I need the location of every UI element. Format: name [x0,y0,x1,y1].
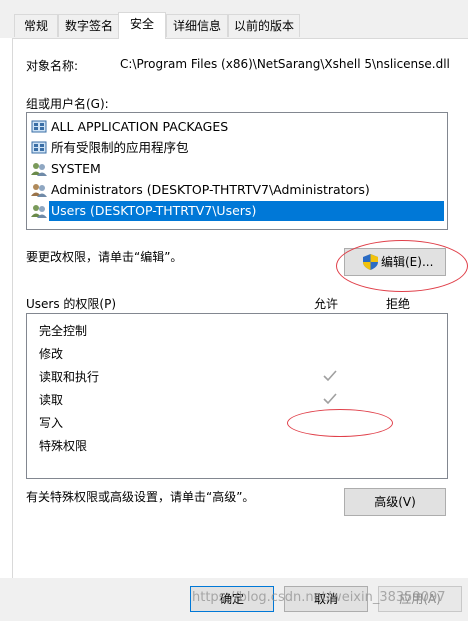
permissions-list: 完全控制 修改 读取和执行 读取 写入 特殊权限 [26,313,448,479]
permission-row: 读取 [39,393,64,407]
user-group-icon [31,184,47,197]
permission-row: 修改 [39,347,64,361]
user-group-icon [31,163,47,176]
deny-header: 拒绝 [386,297,411,311]
tab-label: 数字签名 [64,19,113,33]
app-packages-icon [31,141,47,154]
object-name-label: 对象名称: [26,59,79,73]
advanced-button-label: 高级(V) [374,495,416,509]
permissions-label: Users 的权限(P) [26,297,117,311]
tab-previous-versions[interactable]: 以前的版本 [228,14,300,37]
permission-row: 完全控制 [39,324,88,338]
object-name-value: C:\Program Files (x86)\NetSarang\Xshell … [120,57,450,71]
tab-label: 详细信息 [172,19,221,33]
advanced-button[interactable]: 高级(V) [344,488,446,516]
list-item-label: Administrators (DESKTOP-THTRTV7\Administ… [51,182,370,197]
permission-row: 读取和执行 [39,370,100,384]
allow-header: 允许 [314,297,339,311]
list-item[interactable]: Administrators (DESKTOP-THTRTV7\Administ… [29,180,444,200]
tab-details[interactable]: 详细信息 [166,14,228,37]
list-item-label: Users (DESKTOP-THTRTV7\Users) [51,203,257,218]
advanced-hint: 有关特殊权限或高级设置，请单击“高级”。 [26,490,255,504]
groups-label: 组或用户名(G): [26,97,109,111]
edit-hint: 要更改权限，请单击“编辑”。 [26,250,183,264]
user-group-icon [31,205,47,218]
tab-label: 常规 [23,19,48,33]
permission-row: 特殊权限 [39,439,88,453]
allow-check-icon [323,370,337,382]
tab-strip: 常规 数字签名 安全 详细信息 以前的版本 [0,0,468,39]
annotation-ellipse [336,240,468,292]
allow-check-icon [323,393,337,405]
tab-security[interactable]: 安全 [118,12,166,39]
permission-row: 写入 [39,416,64,430]
annotation-ellipse [287,409,393,437]
list-item[interactable]: ALL APPLICATION PACKAGES [29,117,444,137]
tab-digital-signature[interactable]: 数字签名 [58,14,120,37]
groups-listbox[interactable]: ALL APPLICATION PACKAGES 所有受限制的应用程序包 SYS… [26,112,448,230]
list-item-label: SYSTEM [51,161,101,176]
app-packages-icon [31,120,47,133]
list-item[interactable]: 所有受限制的应用程序包 [29,138,444,158]
list-item[interactable]: SYSTEM [29,159,444,179]
tab-general[interactable]: 常规 [14,14,58,37]
tab-label: 安全 [129,17,154,31]
tab-label: 以前的版本 [233,19,294,33]
watermark: https://blog.csdn.net/weixin_38359097 [192,590,446,605]
list-item-selected[interactable]: Users (DESKTOP-THTRTV7\Users) [49,201,444,221]
list-item-label: 所有受限制的应用程序包 [51,140,189,155]
list-item-label: ALL APPLICATION PACKAGES [51,119,229,134]
